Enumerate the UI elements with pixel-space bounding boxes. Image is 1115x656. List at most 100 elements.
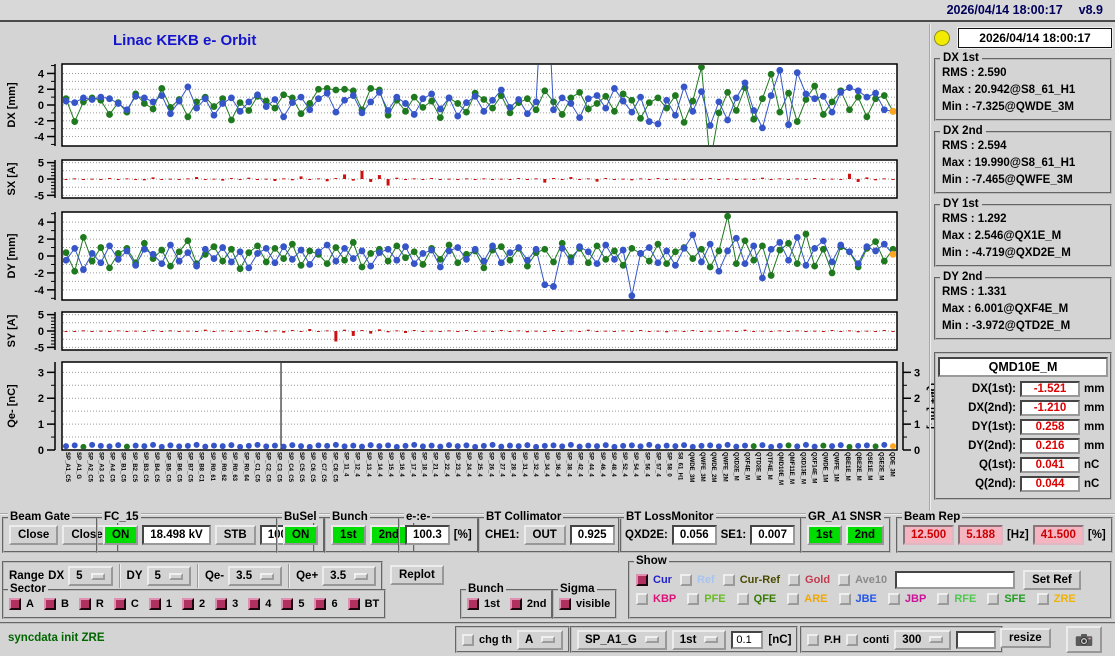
- ref-file-input[interactable]: [895, 571, 1016, 589]
- checkbox-ave10[interactable]: Ave10: [838, 574, 887, 586]
- checkbox-label: 6: [331, 598, 338, 610]
- screenshot-button[interactable]: [1066, 626, 1102, 653]
- checkbox-pfe[interactable]: PFE: [687, 593, 726, 605]
- bpm-dropdown[interactable]: SP_A1_G: [577, 629, 667, 650]
- x-axis-label: SP_B1_C5: [119, 452, 126, 483]
- checkbox-jbe[interactable]: JBE: [838, 593, 877, 605]
- monitor-row: Q(2nd): 0.044 nC: [975, 476, 1100, 492]
- che1-out-button[interactable]: OUT: [523, 525, 566, 545]
- checkbox-label: PFE: [704, 593, 726, 605]
- x-axis-label: QWFE_2M: [721, 452, 728, 482]
- status-lamp-icon: [934, 30, 950, 46]
- checkbox-indicator: [509, 598, 522, 610]
- checkbox-cur-ref[interactable]: Cur-Ref: [722, 574, 780, 586]
- checkbox-r[interactable]: R: [78, 598, 104, 610]
- range-qe-plus-dropdown[interactable]: 3.5: [322, 566, 377, 586]
- svg-text:3: 3: [914, 367, 920, 379]
- checkbox-5[interactable]: 5: [281, 598, 304, 610]
- fc15-stb-button[interactable]: STB: [214, 525, 256, 545]
- checkbox-gold[interactable]: Gold: [788, 574, 830, 586]
- x-axis-label: SP_44_4: [587, 452, 594, 477]
- x-axis-label: SP_36_4: [554, 452, 561, 477]
- x-axis-label: SP_54_4: [632, 452, 639, 477]
- x-axis-label: QXF4E_M: [743, 452, 750, 481]
- gr-a1-1st-button[interactable]: 1st: [807, 525, 842, 545]
- checkbox-a[interactable]: A: [9, 598, 34, 610]
- chg-th-panel: chg th A: [455, 626, 571, 653]
- group-bt-lossmonitor: BT LossMonitor QXD2E: 0.056 SE1: 0.007: [618, 511, 802, 553]
- stat-max: Max : 20.942@S8_61_H1: [942, 84, 1076, 96]
- checkbox-2nd[interactable]: 2nd: [509, 598, 547, 610]
- checkbox-kbp[interactable]: KBP: [636, 593, 676, 605]
- checkbox-6[interactable]: 6: [314, 598, 338, 610]
- checkbox-label: BT: [364, 598, 380, 610]
- threshold-input[interactable]: [731, 630, 764, 649]
- bunch-dropdown[interactable]: 1st: [671, 629, 727, 650]
- checkbox-indicator: [937, 593, 950, 605]
- bunch-1st-button[interactable]: 1st: [331, 525, 366, 545]
- x-axis-label: S8_61_H1: [676, 452, 683, 481]
- x-axis-labels: SP_A1_C5 SP_A1_G SP_A2_C5 SP_A3_C4 SP_A4_C5 S…: [62, 452, 897, 510]
- checkbox-chg-th[interactable]: chg th: [462, 633, 512, 646]
- fc15-on-button[interactable]: ON: [103, 525, 139, 545]
- x-axis-label: SP_B8_C1: [197, 452, 204, 483]
- replot-button[interactable]: Replot: [390, 565, 444, 585]
- checkbox-1[interactable]: 1: [148, 598, 172, 610]
- checkbox-conti[interactable]: conti: [845, 633, 889, 646]
- resize-button[interactable]: resize: [1000, 628, 1051, 648]
- group-sigma: Sigma visible: [552, 583, 618, 619]
- range-dx-dropdown[interactable]: 5: [68, 566, 113, 586]
- checkbox-are[interactable]: ARE: [787, 593, 828, 605]
- status-bar: syncdata init ZRE chg th A SP_A1_G 1st […: [0, 622, 1115, 653]
- checkbox-indicator: [43, 598, 56, 610]
- x-axis-label: QDE_3M: [888, 452, 895, 477]
- checkbox-jbp[interactable]: JBP: [887, 593, 926, 605]
- monitor-row: DY(2nd): 0.216 mm: [968, 438, 1105, 454]
- count-input[interactable]: [956, 630, 997, 649]
- checkbox-rfe[interactable]: RFE: [937, 593, 976, 605]
- x-axis-label: SP_R0_64: [242, 452, 249, 482]
- checkbox-qfe[interactable]: QFE: [736, 593, 777, 605]
- checkbox-b[interactable]: B: [43, 598, 69, 610]
- checkbox-1st[interactable]: 1st: [467, 598, 500, 610]
- checkbox-indicator: [838, 574, 851, 586]
- svg-text:2: 2: [38, 234, 44, 246]
- checkbox-ph[interactable]: P.H: [807, 633, 841, 646]
- nc-unit: [nC]: [768, 633, 792, 646]
- checkbox-ref[interactable]: Ref: [679, 574, 715, 586]
- checkbox-label: 2: [198, 598, 206, 610]
- svg-text:DX [mm]: DX [mm]: [6, 82, 18, 128]
- stat-rms: RMS : 1.292: [942, 213, 1007, 225]
- range-dy-dropdown[interactable]: 5: [146, 566, 191, 586]
- checkbox-zre[interactable]: ZRE: [1036, 593, 1076, 605]
- acquisition-panel: P.H conti 300: [800, 626, 1004, 653]
- title-bar: 2026/04/14 18:00:17 v8.9: [0, 0, 1115, 22]
- checkbox-4[interactable]: 4: [248, 598, 271, 610]
- set-ref-button[interactable]: Set Ref: [1023, 570, 1081, 590]
- status-time: 2026/04/14 18:00:17: [958, 28, 1112, 48]
- interval-dropdown[interactable]: 300: [894, 629, 952, 650]
- range-qe-minus-dropdown[interactable]: 3.5: [228, 566, 283, 586]
- checkbox-c[interactable]: C: [113, 598, 139, 610]
- checkbox-visible[interactable]: visible: [559, 598, 610, 610]
- checkbox-sfe[interactable]: SFE: [987, 593, 1026, 605]
- checkbox-label: QFE: [753, 593, 777, 605]
- checkbox-2[interactable]: 2: [181, 598, 206, 610]
- stat-max: Max : 2.546@QX1E_M: [942, 230, 1062, 242]
- sector-a-dropdown[interactable]: A: [517, 629, 564, 650]
- checkbox-cur[interactable]: Cur: [636, 574, 672, 586]
- checkbox-label: ARE: [804, 593, 828, 605]
- checkbox-label: 2nd: [526, 598, 547, 610]
- gr-a1-2nd-button[interactable]: 2nd: [845, 525, 885, 545]
- x-axis-label: SP_32_4: [531, 452, 538, 477]
- checkbox-bt[interactable]: BT: [347, 598, 380, 610]
- busel-on-button[interactable]: ON: [283, 525, 319, 545]
- beam-gate-close-button-1[interactable]: Close: [9, 525, 59, 545]
- checkbox-3[interactable]: 3: [215, 598, 238, 610]
- svg-text:5: 5: [38, 158, 44, 170]
- stats-dx-2nd: DX 2nd RMS : 2.594 Max : 19.990@S8_61_H1…: [934, 125, 1112, 194]
- stat-max: Max : 19.990@S8_61_H1: [942, 157, 1076, 169]
- x-axis-label: SP_B3_C5: [141, 452, 148, 483]
- se1-value: 0.007: [750, 525, 795, 545]
- x-axis-label: SP_R0_63: [231, 452, 238, 482]
